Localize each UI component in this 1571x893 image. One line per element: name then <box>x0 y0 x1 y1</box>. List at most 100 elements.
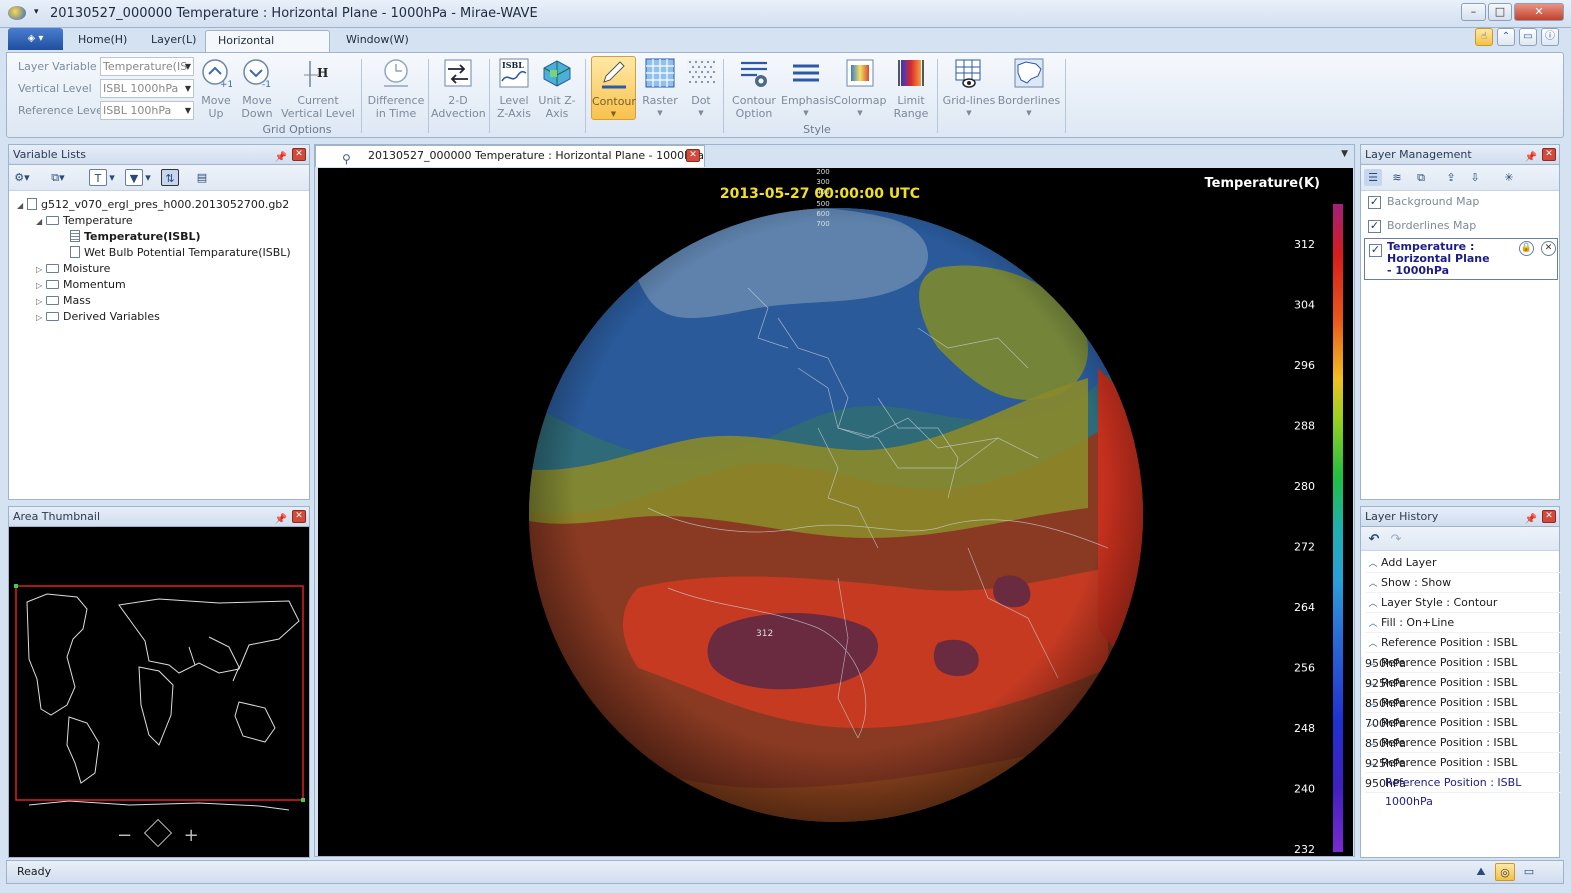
cursor-icon[interactable]: ☝ <box>1475 28 1493 46</box>
world-map-thumbnail[interactable] <box>9 527 309 857</box>
contour-button[interactable]: Contour ▼ <box>591 56 636 120</box>
file-label: g512_v070_ergl_pres_h000.2013052700.gb2 <box>41 198 290 211</box>
difference-in-time-button[interactable]: Difference in Time <box>366 57 426 120</box>
move-up-button[interactable]: +1 Move Up <box>200 57 233 120</box>
close-tab-button[interactable]: ✕ <box>686 149 700 162</box>
close-panel-button[interactable]: ✕ <box>1542 510 1556 523</box>
history-item[interactable]: ︿ Reference Position : ISBL 850hPa <box>1365 713 1561 750</box>
clear-layers-icon[interactable]: ✳ <box>1500 169 1518 186</box>
history-item[interactable]: ︿ Reference Position : ISBL 950hPa <box>1365 633 1561 670</box>
tree-node-temperature-isbl[interactable]: Temperature(ISBL) <box>70 230 201 243</box>
layer-checkbox[interactable]: ✓ <box>1368 220 1381 233</box>
layer-item-temperature[interactable]: ✓ Temperature : Horizontal Plane - 1000hP… <box>1364 238 1558 280</box>
text-icon[interactable]: T <box>89 169 107 186</box>
sort-icon[interactable]: ⇅ <box>161 169 179 186</box>
history-item[interactable]: ︿ Add Layer <box>1365 553 1561 573</box>
expand-icon[interactable]: ▷ <box>36 281 46 290</box>
emphasis-button[interactable]: Emphasis ▼ <box>781 57 834 120</box>
unit-z-axis-button[interactable]: Unit Z-Axis <box>537 57 577 120</box>
expand-icon[interactable]: ▷ <box>36 313 46 322</box>
map-document-tab[interactable]: ⚲ 20130527_000000 Temperature : Horizonta… <box>315 145 705 167</box>
dot-button[interactable]: Dot ▼ <box>683 57 719 120</box>
borderlines-button[interactable]: Borderlines ▼ <box>997 57 1061 120</box>
tree-node-moisture[interactable]: ▷ Moisture <box>36 262 110 275</box>
history-item[interactable]: Reference Position : ISBL 1000hPa <box>1365 773 1561 808</box>
pan-control-icon[interactable] <box>143 818 172 848</box>
limit-range-button[interactable]: Limit Range <box>889 57 933 120</box>
history-item[interactable]: ︿ Reference Position : ISBL 925hPa <box>1365 733 1561 770</box>
level-z-axis-button[interactable]: ISBL Level Z-Axis <box>493 57 535 120</box>
move-down-button[interactable]: -1 Move Down <box>240 57 274 120</box>
grid-lines-button[interactable]: Grid-lines ▼ <box>941 57 997 120</box>
maximize-button[interactable]: □ <box>1488 3 1512 21</box>
quick-access-dropdown[interactable]: ▾ <box>34 7 39 17</box>
layer-checkbox[interactable]: ✓ <box>1368 196 1381 209</box>
zoom-in-button[interactable]: + <box>184 825 199 846</box>
layer-checkbox[interactable]: ✓ <box>1369 244 1382 257</box>
undo-icon[interactable]: ↶ <box>1365 531 1383 548</box>
tree-node-wet-bulb[interactable]: Wet Bulb Potential Temparature(ISBL) <box>70 246 291 259</box>
clear-list-icon[interactable]: ▤ <box>193 169 211 186</box>
tree-view-icon[interactable]: ⚙▾ <box>13 169 31 186</box>
advection-button[interactable]: 2-D Advection <box>431 57 486 120</box>
minimize-button[interactable]: – <box>1461 3 1486 21</box>
history-item[interactable]: ︿ Fill : On+Line <box>1365 613 1561 633</box>
redo-icon[interactable]: ↷ <box>1387 531 1405 548</box>
text-dropdown-icon[interactable]: ▾ <box>107 169 117 186</box>
window-icon[interactable]: ▭ <box>1519 28 1537 46</box>
tab-layer[interactable]: Layer(L) <box>141 30 206 52</box>
history-item[interactable]: ︿ Reference Position : ISBL 700hPa <box>1365 693 1561 730</box>
collapse-icon[interactable]: ⌃ <box>1497 28 1515 46</box>
close-panel-button[interactable]: ✕ <box>292 510 306 523</box>
tab-window[interactable]: Window(W) <box>336 30 419 52</box>
vertical-level-select[interactable]: ISBL 1000hPa ▼ <box>100 79 194 98</box>
expand-icon[interactable]: ◢ <box>36 217 46 226</box>
contour-option-button[interactable]: Contour Option <box>729 57 779 120</box>
reference-level-select[interactable]: ISBL 100hPa ▼ <box>100 101 194 120</box>
raster-button[interactable]: Raster ▼ <box>642 57 678 120</box>
tree-node-momentum[interactable]: ▷ Momentum <box>36 278 126 291</box>
layer-variable-select[interactable]: Temperature(IS ▼ <box>100 57 194 76</box>
history-item[interactable]: ︿ Reference Position : ISBL 950hPa <box>1365 753 1561 790</box>
globe-render[interactable]: 2013-05-27 00:00:00 UTC 200 300 400 500 … <box>318 168 1353 856</box>
layer-stack-icon[interactable]: ≋ <box>1388 169 1406 186</box>
tree-node-mass[interactable]: ▷ Mass <box>36 294 91 307</box>
map-view-icon[interactable]: ▭ <box>1519 863 1539 881</box>
layer-item-borderlines-map[interactable]: ✓ Borderlines Map <box>1364 215 1558 237</box>
filter-icon[interactable]: ▼ <box>125 169 143 186</box>
ribbon-separator <box>1065 59 1066 133</box>
info-icon[interactable]: ⓘ <box>1541 28 1559 46</box>
filter-dropdown-icon[interactable]: ▾ <box>143 169 153 186</box>
colormap-button[interactable]: Colormap ▼ <box>833 57 887 120</box>
tab-horizontal-plane[interactable]: Horizontal Plane(P) <box>205 30 330 67</box>
history-item[interactable]: ︿ Layer Style : Contour <box>1365 593 1561 613</box>
remove-layer-icon[interactable]: ✕ <box>1541 241 1556 256</box>
expand-icon[interactable]: ▷ <box>36 297 46 306</box>
zoom-out-button[interactable]: − <box>117 825 132 846</box>
lock-icon[interactable]: 🔒 <box>1519 241 1534 256</box>
history-item[interactable]: ︿ Reference Position : ISBL 850hPa <box>1365 673 1561 710</box>
map-view[interactable]: 2013-05-27 00:00:00 UTC 200 300 400 500 … <box>318 168 1353 856</box>
close-panel-button[interactable]: ✕ <box>1542 148 1556 161</box>
export-layer-icon[interactable]: ⇪ <box>1442 169 1460 186</box>
tree-node-temperature[interactable]: ◢ Temperature <box>36 214 133 227</box>
tree-node-derived[interactable]: ▷ Derived Variables <box>36 310 160 323</box>
app-menu-button[interactable]: ◈ ▾ <box>8 28 63 50</box>
history-item[interactable]: ︿ Show : Show <box>1365 573 1561 593</box>
3d-view-icon[interactable]: ⛰ <box>1471 863 1491 881</box>
layer-item-background-map[interactable]: ✓ Background Map <box>1364 191 1558 213</box>
expand-icon[interactable]: ▷ <box>36 265 46 274</box>
tab-home[interactable]: Home(H) <box>68 30 137 52</box>
close-button[interactable]: ✕ <box>1514 3 1564 21</box>
close-panel-button[interactable]: ✕ <box>292 148 306 161</box>
tree-file-node[interactable]: ◢ g512_v070_ergl_pres_h000.2013052700.gb2 <box>17 198 289 211</box>
duplicate-layer-icon[interactable]: ⧉ <box>1412 169 1430 186</box>
copy-icon[interactable]: ⧉▾ <box>49 169 67 186</box>
globe-view-icon[interactable]: ◎ <box>1495 863 1515 881</box>
layers-icon[interactable]: ☰ <box>1364 169 1382 186</box>
import-layer-icon[interactable]: ⇩ <box>1466 169 1484 186</box>
current-vertical-level-button[interactable]: H Current Vertical Level <box>279 57 357 120</box>
document-list-dropdown[interactable]: ▼ <box>1341 149 1348 159</box>
expand-icon[interactable]: ◢ <box>17 201 27 210</box>
history-item[interactable]: ︿ Reference Position : ISBL 925hPa <box>1365 653 1561 690</box>
